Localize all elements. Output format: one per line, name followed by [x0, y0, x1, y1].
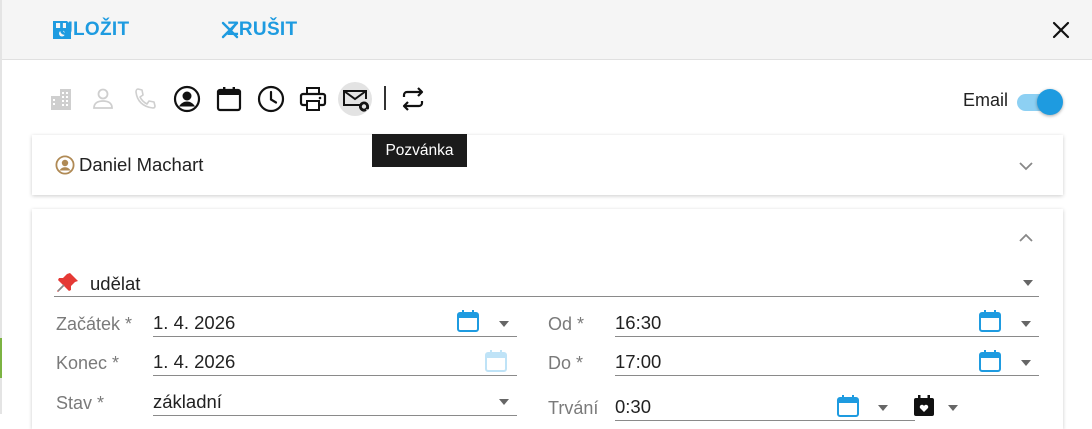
event-calendar-icon[interactable]	[912, 394, 936, 418]
event-type-underline	[54, 296, 1039, 297]
from-time-value: 16:30	[615, 312, 662, 333]
to-time-dropdown-arrow[interactable]	[1021, 360, 1031, 366]
save-button[interactable]: ULOŽIT	[50, 16, 129, 44]
duration-field[interactable]: 0:30	[615, 392, 915, 421]
toolbar: Email	[0, 78, 1092, 124]
status-select[interactable]: základní	[153, 387, 517, 416]
toolbar-separator	[384, 86, 386, 110]
duration-label: Trvání	[548, 398, 599, 418]
to-time-value: 17:00	[615, 351, 662, 372]
event-form: udělat Začátek * 1. 4. 2026 Od * 16:30 K…	[32, 209, 1063, 429]
contact-person: Daniel Machart	[55, 154, 203, 176]
tooltip: Pozvánka	[372, 134, 467, 167]
status-value: základní	[153, 391, 222, 412]
status-dropdown-arrow[interactable]	[499, 399, 509, 405]
end-date-calendar-icon[interactable]	[484, 349, 508, 373]
end-label: Konec *	[56, 353, 120, 373]
start-label: Začátek *	[56, 314, 133, 334]
pin-icon	[57, 273, 78, 292]
cancel-button[interactable]: ZRUŠIT	[218, 16, 297, 44]
close-dialog-icon[interactable]	[1048, 17, 1074, 43]
email-toggle-label: Email	[963, 90, 1009, 110]
toggle-knob	[1037, 89, 1063, 115]
event-type-dropdown-arrow[interactable]	[1023, 280, 1033, 286]
start-date-calendar-icon[interactable]	[456, 309, 480, 333]
left-edge	[0, 0, 2, 414]
phone-icon[interactable]	[128, 82, 162, 116]
end-date-field[interactable]: 1. 4. 2026	[153, 347, 517, 376]
from-label: Od *	[548, 314, 585, 334]
from-time-dropdown-arrow[interactable]	[1021, 321, 1031, 327]
left-edge-accent	[0, 338, 2, 378]
contact-panel[interactable]: Daniel Machart	[32, 135, 1063, 195]
chevron-down-icon[interactable]	[1016, 156, 1036, 176]
start-date-value: 1. 4. 2026	[153, 312, 236, 333]
event-calendar-dropdown-arrow[interactable]	[948, 405, 958, 411]
to-time-field[interactable]: 17:00	[615, 347, 1039, 376]
event-type-select[interactable]: udělat	[54, 271, 1039, 297]
duration-calendar-icon[interactable]	[836, 394, 860, 418]
building-icon[interactable]	[44, 82, 78, 116]
calendar-icon[interactable]	[212, 82, 246, 116]
status-label: Stav *	[56, 393, 105, 413]
email-toggle[interactable]	[1015, 88, 1065, 116]
repeat-icon[interactable]	[396, 82, 430, 116]
dialog-header: ULOŽIT ZRUŠIT	[2, 0, 1092, 60]
to-label: Do *	[548, 353, 584, 373]
print-icon[interactable]	[296, 82, 330, 116]
event-type-value: udělat	[90, 273, 141, 294]
account-circle-icon[interactable]	[170, 82, 204, 116]
cancel-label: ZRUŠIT	[227, 19, 298, 40]
from-time-calendar-icon[interactable]	[978, 309, 1002, 333]
duration-dropdown-arrow[interactable]	[878, 405, 888, 411]
person-icon[interactable]	[86, 82, 120, 116]
from-time-field[interactable]: 16:30	[615, 308, 1039, 337]
contact-name: Daniel Machart	[79, 154, 204, 175]
to-time-calendar-icon[interactable]	[978, 349, 1002, 373]
contact-avatar-icon	[55, 155, 75, 175]
save-label: ULOŽIT	[59, 19, 130, 40]
duration-value: 0:30	[615, 396, 652, 417]
email-invite-icon[interactable]	[338, 82, 372, 116]
end-date-value: 1. 4. 2026	[153, 351, 236, 372]
start-date-dropdown-arrow[interactable]	[499, 321, 509, 327]
chevron-up-icon[interactable]	[1016, 228, 1036, 248]
clock-icon[interactable]	[254, 82, 288, 116]
